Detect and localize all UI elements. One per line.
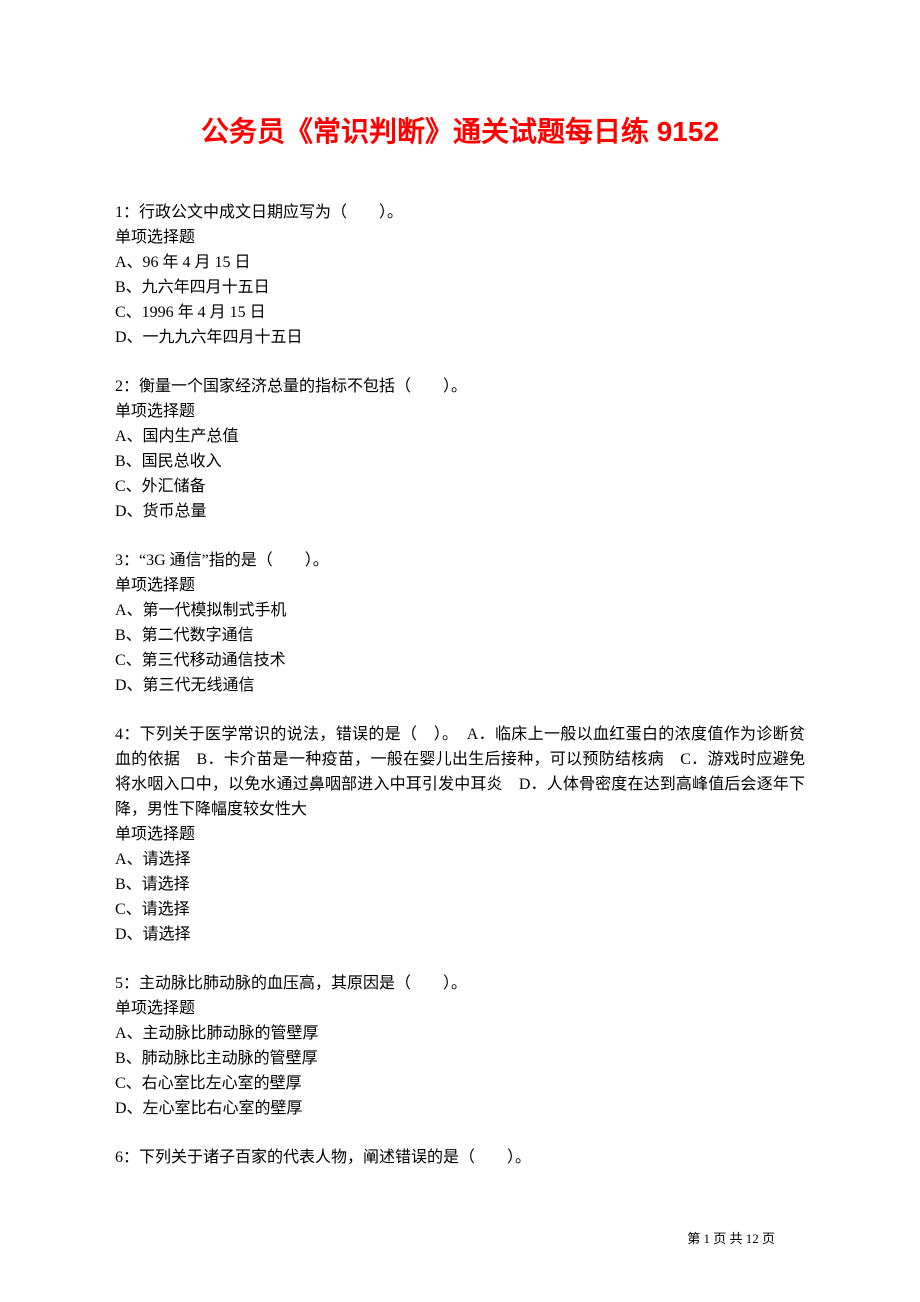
question-stem: 4：下列关于医学常识的说法，错误的是（ ）。 A．临床上一般以血红蛋白的浓度值作…	[115, 722, 805, 822]
option-c: C、第三代移动通信技术	[115, 648, 805, 673]
option-b: B、肺动脉比主动脉的管壁厚	[115, 1046, 805, 1071]
option-c: C、1996 年 4 月 15 日	[115, 300, 805, 325]
document-page: 公务员《常识判断》通关试题每日练 9152 1：行政公文中成文日期应写为（ ）。…	[0, 0, 920, 1254]
option-b: B、第二代数字通信	[115, 623, 805, 648]
document-title: 公务员《常识判断》通关试题每日练 9152	[115, 110, 805, 150]
question-4: 4：下列关于医学常识的说法，错误的是（ ）。 A．临床上一般以血红蛋白的浓度值作…	[115, 722, 805, 947]
question-type: 单项选择题	[115, 399, 805, 424]
option-b: B、请选择	[115, 872, 805, 897]
question-1: 1：行政公文中成文日期应写为（ ）。 单项选择题 A、96 年 4 月 15 日…	[115, 200, 805, 350]
question-5: 5：主动脉比肺动脉的血压高，其原因是（ ）。 单项选择题 A、主动脉比肺动脉的管…	[115, 971, 805, 1121]
option-d: D、一九九六年四月十五日	[115, 325, 805, 350]
option-a: A、96 年 4 月 15 日	[115, 250, 805, 275]
option-d: D、请选择	[115, 922, 805, 947]
option-c: C、请选择	[115, 897, 805, 922]
option-c: C、右心室比左心室的壁厚	[115, 1071, 805, 1096]
option-b: B、国民总收入	[115, 449, 805, 474]
page-footer: 第 1 页 共 12 页	[687, 1228, 775, 1247]
question-type: 单项选择题	[115, 996, 805, 1021]
option-a: A、国内生产总值	[115, 424, 805, 449]
question-3: 3：“3G 通信”指的是（ ）。 单项选择题 A、第一代模拟制式手机 B、第二代…	[115, 548, 805, 698]
question-stem: 3：“3G 通信”指的是（ ）。	[115, 548, 805, 573]
option-a: A、主动脉比肺动脉的管壁厚	[115, 1021, 805, 1046]
option-c: C、外汇储备	[115, 474, 805, 499]
question-stem: 6：下列关于诸子百家的代表人物，阐述错误的是（ ）。	[115, 1145, 805, 1170]
option-d: D、左心室比右心室的壁厚	[115, 1096, 805, 1121]
question-stem: 5：主动脉比肺动脉的血压高，其原因是（ ）。	[115, 971, 805, 996]
option-d: D、第三代无线通信	[115, 673, 805, 698]
question-stem: 1：行政公文中成文日期应写为（ ）。	[115, 200, 805, 225]
question-6: 6：下列关于诸子百家的代表人物，阐述错误的是（ ）。	[115, 1145, 805, 1170]
option-d: D、货币总量	[115, 499, 805, 524]
option-a: A、请选择	[115, 847, 805, 872]
question-stem: 2：衡量一个国家经济总量的指标不包括（ ）。	[115, 374, 805, 399]
question-2: 2：衡量一个国家经济总量的指标不包括（ ）。 单项选择题 A、国内生产总值 B、…	[115, 374, 805, 524]
question-type: 单项选择题	[115, 822, 805, 847]
option-a: A、第一代模拟制式手机	[115, 598, 805, 623]
question-type: 单项选择题	[115, 573, 805, 598]
question-type: 单项选择题	[115, 225, 805, 250]
option-b: B、九六年四月十五日	[115, 275, 805, 300]
